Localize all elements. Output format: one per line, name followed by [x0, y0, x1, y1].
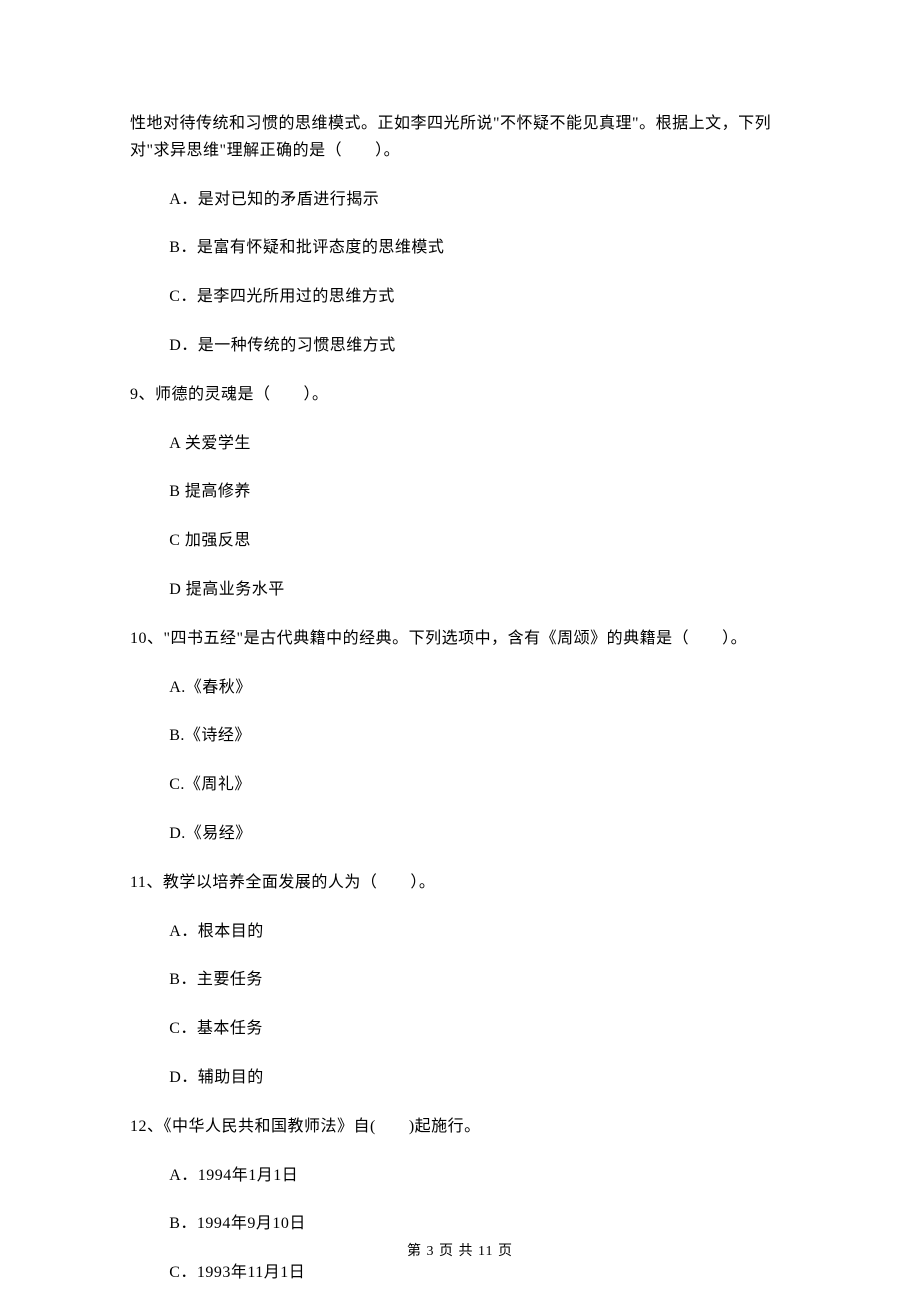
q9-option-c: C 加强反思 — [130, 529, 795, 554]
q9-option-d: D 提高业务水平 — [130, 578, 795, 603]
q8-option-d: D．是一种传统的习惯思维方式 — [130, 334, 795, 359]
document-page: 性地对待传统和习惯的思维模式。正如李四光所说"不怀疑不能见真理"。根据上文，下列… — [0, 0, 920, 1302]
passage-line-1: 性地对待传统和习惯的思维模式。正如李四光所说"不怀疑不能见真理"。根据上文，下列 — [130, 112, 795, 137]
q11-option-b: B．主要任务 — [130, 968, 795, 993]
q11-option-c: C．基本任务 — [130, 1017, 795, 1042]
q10-stem: 10、"四书五经"是古代典籍中的经典。下列选项中，含有《周颂》的典籍是（ ）。 — [130, 627, 795, 652]
q12-option-b: B．1994年9月10日 — [130, 1212, 795, 1237]
q11-option-d: D．辅助目的 — [130, 1066, 795, 1091]
q8-option-b: B．是富有怀疑和批评态度的思维模式 — [130, 236, 795, 261]
q10-option-b: B.《诗经》 — [130, 724, 795, 749]
q11-option-a: A．根本目的 — [130, 920, 795, 945]
q10-option-c: C.《周礼》 — [130, 773, 795, 798]
page-footer: 第 3 页 共 11 页 — [0, 1240, 920, 1260]
q8-option-c: C．是李四光所用过的思维方式 — [130, 285, 795, 310]
q9-option-a: A 关爱学生 — [130, 432, 795, 457]
passage-line-2: 对"求异思维"理解正确的是（ ）。 — [130, 139, 795, 164]
q12-option-c: C．1993年11月1日 — [130, 1261, 795, 1286]
q12-stem: 12、《中华人民共和国教师法》自( )起施行。 — [130, 1115, 795, 1140]
q9-stem: 9、师德的灵魂是（ ）。 — [130, 383, 795, 408]
q10-option-a: A.《春秋》 — [130, 676, 795, 701]
q10-option-d: D.《易经》 — [130, 822, 795, 847]
q9-option-b: B 提高修养 — [130, 480, 795, 505]
q11-stem: 11、教学以培养全面发展的人为（ ）。 — [130, 871, 795, 896]
q12-option-a: A．1994年1月1日 — [130, 1164, 795, 1189]
q8-option-a: A．是对已知的矛盾进行揭示 — [130, 188, 795, 213]
